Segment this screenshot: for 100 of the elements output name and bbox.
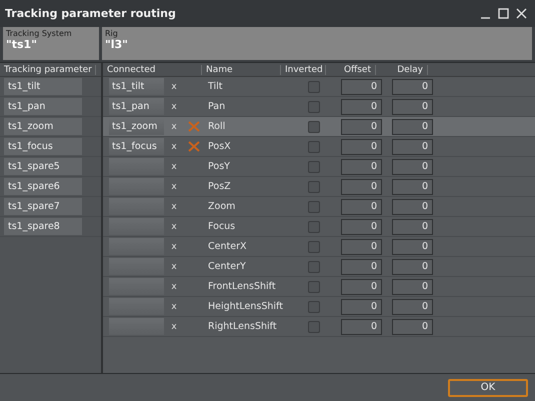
offset-field[interactable]: 0: [341, 138, 382, 154]
inverted-checkbox[interactable]: [308, 300, 320, 312]
delay-field[interactable]: 0: [392, 258, 433, 274]
connected-field[interactable]: [109, 298, 164, 315]
offset-field[interactable]: 0: [341, 258, 382, 274]
delay-field[interactable]: 0: [392, 298, 433, 314]
clear-button[interactable]: x: [166, 262, 182, 272]
delay-field[interactable]: 0: [392, 218, 433, 234]
offset-field[interactable]: 0: [341, 198, 382, 214]
inverted-checkbox[interactable]: [308, 180, 320, 192]
table-row[interactable]: x Focus 0 0: [103, 217, 535, 237]
connected-field[interactable]: [109, 178, 164, 195]
offset-field[interactable]: 0: [341, 298, 382, 314]
table-row[interactable]: x PosZ 0 0: [103, 177, 535, 197]
tracking-parameter-item[interactable]: ts1_tilt: [4, 78, 82, 95]
offset-field[interactable]: 0: [341, 78, 382, 94]
close-icon[interactable]: [516, 8, 527, 19]
inverted-checkbox[interactable]: [308, 240, 320, 252]
delay-field[interactable]: 0: [392, 98, 433, 114]
tracking-parameter-item[interactable]: ts1_spare6: [4, 178, 82, 195]
clear-button[interactable]: x: [166, 122, 182, 132]
parameter-name: PosX: [207, 141, 232, 152]
connected-field[interactable]: [109, 278, 164, 295]
parameter-name: CenterX: [207, 241, 248, 252]
delay-field[interactable]: 0: [392, 238, 433, 254]
parameter-name: PosZ: [207, 181, 232, 192]
parameter-name: RightLensShift: [207, 321, 278, 332]
delay-field[interactable]: 0: [392, 318, 433, 334]
parameter-name: CenterY: [207, 261, 247, 272]
delay-field[interactable]: 0: [392, 278, 433, 294]
inverted-checkbox[interactable]: [308, 120, 320, 132]
clear-button[interactable]: x: [166, 282, 182, 292]
clear-button[interactable]: x: [166, 242, 182, 252]
maximize-icon[interactable]: [498, 8, 509, 19]
connected-field[interactable]: ts1_focus: [109, 138, 164, 155]
tracking-parameter-item[interactable]: ts1_pan: [4, 98, 82, 115]
offset-field[interactable]: 0: [341, 318, 382, 334]
table-row[interactable]: x Zoom 0 0: [103, 197, 535, 217]
clear-button[interactable]: x: [166, 82, 182, 92]
offset-field[interactable]: 0: [341, 218, 382, 234]
table-row[interactable]: x PosY 0 0: [103, 157, 535, 177]
offset-field[interactable]: 0: [341, 118, 382, 134]
tracking-parameter-item[interactable]: ts1_zoom: [4, 118, 82, 135]
delay-field[interactable]: 0: [392, 198, 433, 214]
table-row[interactable]: ts1_pan x Pan 0 0: [103, 97, 535, 117]
tracking-parameter-item[interactable]: ts1_spare7: [4, 198, 82, 215]
table-row[interactable]: x RightLensShift 0 0: [103, 317, 535, 337]
inverted-checkbox[interactable]: [308, 100, 320, 112]
inverted-checkbox[interactable]: [308, 280, 320, 292]
clear-button[interactable]: x: [166, 322, 182, 332]
connected-field[interactable]: ts1_pan: [109, 98, 164, 115]
offset-field[interactable]: 0: [341, 98, 382, 114]
column-header: Connected: [103, 64, 202, 74]
parameter-name: HeightLensShift: [207, 301, 284, 312]
table-row[interactable]: x CenterY 0 0: [103, 257, 535, 277]
delay-field[interactable]: 0: [392, 138, 433, 154]
table-row[interactable]: ts1_zoom x Roll 0 0: [103, 117, 535, 137]
parameter-name: Roll: [207, 121, 226, 132]
clear-button[interactable]: x: [166, 222, 182, 232]
tracking-parameter-item[interactable]: ts1_spare5: [4, 158, 82, 175]
tracking-parameter-item[interactable]: ts1_spare8: [4, 218, 82, 235]
clear-button[interactable]: x: [166, 162, 182, 172]
inverted-checkbox[interactable]: [308, 140, 320, 152]
inverted-checkbox[interactable]: [308, 260, 320, 272]
delay-field[interactable]: 0: [392, 178, 433, 194]
connected-field[interactable]: [109, 198, 164, 215]
offset-field[interactable]: 0: [341, 178, 382, 194]
inverted-checkbox[interactable]: [308, 220, 320, 232]
tracking-system-value: "ts1": [6, 38, 38, 51]
inverted-checkbox[interactable]: [308, 160, 320, 172]
inverted-checkbox[interactable]: [308, 80, 320, 92]
connected-field[interactable]: [109, 318, 164, 335]
offset-field[interactable]: 0: [341, 278, 382, 294]
delay-field[interactable]: 0: [392, 158, 433, 174]
table-row[interactable]: x CenterX 0 0: [103, 237, 535, 257]
delay-field[interactable]: 0: [392, 78, 433, 94]
clear-button[interactable]: x: [166, 202, 182, 212]
connected-field[interactable]: ts1_tilt: [109, 78, 164, 95]
inverted-checkbox[interactable]: [308, 320, 320, 332]
table-row[interactable]: ts1_tilt x Tilt 0 0: [103, 77, 535, 97]
clear-button[interactable]: x: [166, 302, 182, 312]
connected-field[interactable]: [109, 258, 164, 275]
clear-button[interactable]: x: [166, 142, 182, 152]
connected-field[interactable]: [109, 238, 164, 255]
delay-field[interactable]: 0: [392, 118, 433, 134]
table-row[interactable]: x FrontLensShift 0 0: [103, 277, 535, 297]
inverted-checkbox[interactable]: [308, 200, 320, 212]
clear-button[interactable]: x: [166, 102, 182, 112]
parameter-name: FrontLensShift: [207, 281, 277, 292]
connected-field[interactable]: [109, 218, 164, 235]
table-row[interactable]: x HeightLensShift 0 0: [103, 297, 535, 317]
offset-field[interactable]: 0: [341, 158, 382, 174]
clear-button[interactable]: x: [166, 182, 182, 192]
table-row[interactable]: ts1_focus x PosX 0 0: [103, 137, 535, 157]
connected-field[interactable]: [109, 158, 164, 175]
parameter-name: Focus: [207, 221, 236, 232]
tracking-parameter-item[interactable]: ts1_focus: [4, 138, 82, 155]
window-title: Tracking parameter routing: [5, 7, 176, 20]
ok-button[interactable]: OK: [448, 378, 528, 396]
offset-field[interactable]: 0: [341, 238, 382, 254]
